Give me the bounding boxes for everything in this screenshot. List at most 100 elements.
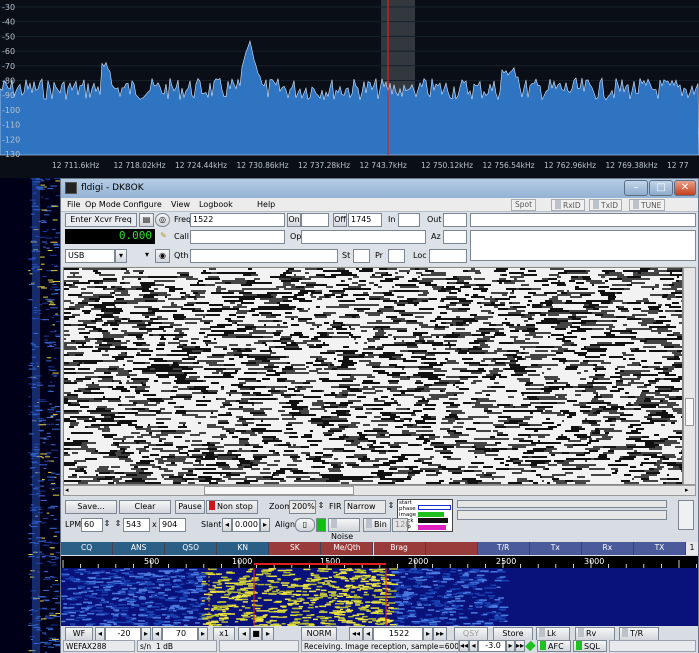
macro-button[interactable]: [425, 542, 478, 555]
macro-button[interactable]: TX: [633, 542, 686, 555]
clear-button[interactable]: Clear: [119, 500, 171, 514]
enter-xcvr-freq-button[interactable]: Enter Xcvr Freq: [65, 213, 137, 227]
fax-pixel-run: [456, 316, 460, 318]
menu-op-mode[interactable]: Op Mode: [85, 200, 121, 209]
rxid-button[interactable]: RxID: [551, 199, 585, 211]
bandwidth-dropdown-icon[interactable]: ▾: [141, 249, 153, 263]
macro-page-button[interactable]: 1: [686, 542, 698, 555]
non-stop-toggle[interactable]: Non stop: [206, 500, 258, 514]
image-horizontal-scrollbar[interactable]: ◂ ▸: [63, 485, 696, 496]
macro-button[interactable]: T/R: [477, 542, 530, 555]
save-button[interactable]: Save...: [65, 500, 117, 514]
horizontal-scroll-thumb[interactable]: [204, 486, 354, 495]
mode-dropdown-icon[interactable]: ▾: [115, 249, 127, 263]
image-vertical-scrollbar[interactable]: [683, 267, 696, 485]
off-time-field[interactable]: 1745: [348, 213, 382, 227]
pause-button[interactable]: Pause: [175, 500, 205, 514]
macro-button[interactable]: Rx: [581, 542, 634, 555]
macro-button[interactable]: QSO: [165, 542, 218, 555]
resize-handle[interactable]: [678, 500, 694, 530]
fax-pixel-run: [99, 344, 112, 346]
fax-pixel-run: [667, 404, 679, 406]
locator-field[interactable]: [429, 249, 467, 263]
slant-field[interactable]: 0.000: [232, 518, 260, 532]
fax-pixel-run: [676, 280, 679, 282]
align-slider[interactable]: ▯: [295, 518, 315, 532]
on-time-field[interactable]: [301, 213, 329, 227]
rst-in-field[interactable]: [398, 213, 420, 227]
on-button[interactable]: On: [287, 213, 301, 227]
notes-area[interactable]: [470, 230, 696, 261]
bin-threshold-field[interactable]: 128: [392, 518, 410, 532]
wefax-controls: Save... Clear Pause Non stop Zoom 200% ⇕…: [61, 497, 698, 541]
zoom-spin-icon[interactable]: ⇕: [316, 500, 326, 514]
scroll-right-arrow[interactable]: ▸: [685, 486, 694, 495]
macro-button[interactable]: CQ: [61, 542, 114, 555]
pencil-icon[interactable]: ✎: [157, 230, 170, 244]
width-spin-icon[interactable]: ⇕: [113, 518, 123, 532]
macro-button[interactable]: Tx: [529, 542, 582, 555]
fax-pixel-run: [440, 452, 453, 454]
azimuth-field[interactable]: [443, 230, 467, 244]
waterfall-display[interactable]: [61, 568, 698, 626]
close-button[interactable]: ✕: [674, 180, 696, 196]
maximize-button[interactable]: □: [649, 180, 673, 196]
slant-increase[interactable]: ▸: [260, 518, 270, 532]
menu-configure[interactable]: Configure: [123, 200, 162, 209]
fax-pixel-run: [173, 456, 175, 458]
transceiver-frequency-display[interactable]: 0.000: [65, 229, 155, 244]
minimize-button[interactable]: –: [624, 180, 648, 196]
cycle-icon[interactable]: ◎: [155, 213, 170, 227]
fax-pixel-run: [430, 456, 434, 458]
noise-toggle[interactable]: Noise: [328, 518, 360, 541]
menu-logbook[interactable]: Logbook: [199, 200, 233, 209]
slant-decrease[interactable]: ◂: [222, 518, 232, 532]
image-width-field[interactable]: 543: [123, 518, 150, 532]
menu-view[interactable]: View: [171, 200, 190, 209]
state-field[interactable]: [353, 249, 370, 263]
scroll-left-arrow[interactable]: ◂: [65, 486, 74, 495]
lpm-spin-icon[interactable]: ⇕: [103, 518, 111, 532]
bin-toggle[interactable]: Bin: [363, 518, 391, 532]
fir-spin-icon[interactable]: ⇕: [387, 500, 395, 514]
menu-file[interactable]: File: [67, 200, 80, 209]
macro-button[interactable]: Brag: [373, 542, 426, 555]
operator-field[interactable]: [301, 230, 426, 244]
fax-pixel-run: [152, 466, 158, 468]
spot-button[interactable]: Spot: [511, 199, 537, 211]
fax-pixel-run: [510, 292, 514, 294]
fax-pixel-run: [656, 320, 665, 322]
fax-pixel-run: [654, 464, 660, 466]
macro-button[interactable]: SK: [269, 542, 322, 555]
lpm-select[interactable]: 60: [81, 518, 103, 532]
notes-field[interactable]: [470, 213, 696, 227]
image-height-field[interactable]: 904: [159, 518, 186, 532]
text-panel-scrollbar[interactable]: [457, 510, 667, 520]
freq-field[interactable]: 1522: [190, 213, 285, 227]
menu-help[interactable]: Help: [257, 200, 275, 209]
province-field[interactable]: [388, 249, 405, 263]
tune-button[interactable]: TUNE: [629, 199, 666, 211]
rst-out-field[interactable]: [443, 213, 467, 227]
fir-select[interactable]: Narrow: [344, 500, 386, 514]
frequency-scale[interactable]: 500 1000 1500 2000 2500 3000: [61, 556, 698, 568]
macro-button[interactable]: ANS: [113, 542, 166, 555]
bandwidth-icon[interactable]: ◉: [155, 249, 170, 263]
fax-pixel-run: [103, 360, 118, 362]
vertical-scroll-thumb[interactable]: [685, 398, 694, 426]
off-button[interactable]: Off: [333, 213, 347, 227]
zoom-select[interactable]: 200%: [289, 500, 316, 514]
fax-pixel-run: [622, 330, 632, 332]
mode-select[interactable]: USB: [65, 249, 115, 263]
wefax-image-view[interactable]: [63, 267, 683, 485]
spectrum-display[interactable]: -30 -40 -50 -60 -70 -80 -90 -100 -110 -120 -130 12…: [0, 0, 699, 178]
title-bar[interactable]: fldigi - DK8OK – □ ✕: [61, 179, 698, 198]
macro-button[interactable]: Me/Qth: [321, 542, 374, 555]
txid-button[interactable]: TxID: [589, 199, 623, 211]
call-field[interactable]: [190, 230, 285, 244]
fax-pixel-run: [122, 440, 124, 442]
spectrum-plot[interactable]: -30-40-50-60-70-80-90-100-110-120-130 12…: [0, 0, 699, 178]
qth-field[interactable]: [190, 249, 338, 263]
rig-list-icon[interactable]: ▤: [139, 213, 154, 227]
macro-button[interactable]: KN: [217, 542, 270, 555]
